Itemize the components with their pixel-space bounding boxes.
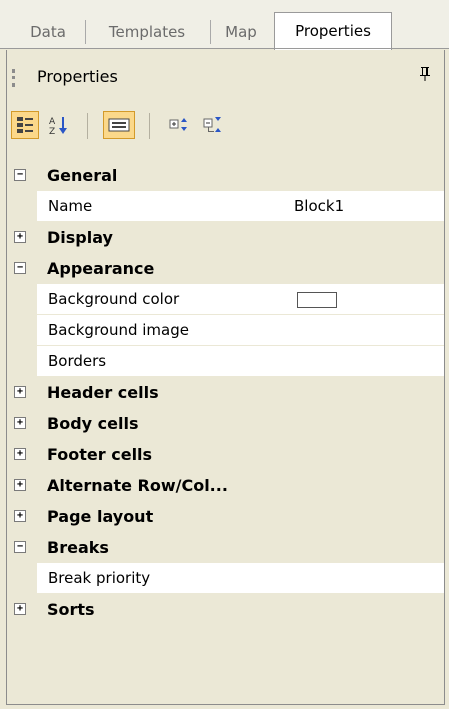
category-label: Page layout — [47, 507, 154, 526]
category-label: Breaks — [47, 538, 109, 557]
property-grid: − General Name Block1 + Display − Appear… — [7, 160, 444, 625]
property-name: Borders — [48, 352, 107, 370]
tab-templates[interactable]: Templates — [90, 16, 204, 49]
category-breaks[interactable]: − Breaks — [7, 532, 444, 563]
toolbar-separator — [149, 113, 150, 139]
expand-icon[interactable]: + — [14, 417, 26, 429]
property-value-cell[interactable] — [288, 563, 444, 594]
property-toolbar: A Z — [7, 105, 444, 145]
expand-icon[interactable]: + — [14, 448, 26, 460]
alphabetical-sort-icon[interactable]: A Z — [45, 111, 73, 139]
property-name: Background color — [48, 290, 180, 308]
expand-icon[interactable]: + — [14, 479, 26, 491]
row-gutter — [7, 563, 37, 594]
collapse-icon[interactable]: − — [14, 169, 26, 181]
property-value-cell[interactable] — [288, 315, 444, 346]
category-label: Sorts — [47, 600, 95, 619]
panel-title: Properties — [37, 67, 118, 86]
property-row-borders[interactable]: Borders — [7, 346, 444, 377]
tab-separator — [85, 20, 86, 44]
category-label: Display — [47, 228, 113, 247]
row-gutter — [7, 346, 37, 377]
panel-header: Properties — [7, 62, 444, 92]
svg-text:Z: Z — [49, 127, 55, 136]
drag-grip-icon[interactable] — [12, 69, 18, 87]
property-name: Name — [48, 197, 93, 215]
svg-text:A: A — [49, 117, 56, 127]
category-footer-cells[interactable]: + Footer cells — [7, 439, 444, 470]
collapse-icon[interactable]: − — [14, 262, 26, 274]
collapse-all-icon[interactable] — [199, 111, 227, 139]
tab-properties[interactable]: Properties — [274, 12, 392, 50]
category-body-cells[interactable]: + Body cells — [7, 408, 444, 439]
tab-strip: Data Templates Map Properties — [0, 0, 449, 50]
property-row-name[interactable]: Name Block1 — [7, 191, 444, 222]
expand-icon[interactable]: + — [14, 386, 26, 398]
property-value[interactable]: Block1 — [294, 197, 344, 215]
properties-panel: Properties A Z − General Name Block1 + D… — [6, 50, 445, 705]
category-page-layout[interactable]: + Page layout — [7, 501, 444, 532]
tab-underline — [0, 48, 449, 49]
row-gutter — [7, 191, 37, 222]
color-swatch[interactable] — [297, 292, 337, 308]
category-general[interactable]: − General — [7, 160, 444, 191]
expand-icon[interactable]: + — [14, 603, 26, 615]
category-label: General — [47, 166, 118, 185]
expand-all-icon[interactable] — [165, 111, 193, 139]
property-row-background-color[interactable]: Background color — [7, 284, 444, 315]
category-label: Footer cells — [47, 445, 153, 464]
category-alternate-row-col[interactable]: + Alternate Row/Col... — [7, 470, 444, 501]
category-sorts[interactable]: + Sorts — [7, 594, 444, 625]
pin-icon[interactable] — [418, 66, 432, 86]
property-pages-icon[interactable] — [103, 111, 135, 139]
collapse-icon[interactable]: − — [14, 541, 26, 553]
tab-separator — [210, 20, 211, 44]
category-header-cells[interactable]: + Header cells — [7, 377, 444, 408]
property-row-background-image[interactable]: Background image — [7, 315, 444, 346]
tab-data[interactable]: Data — [18, 16, 78, 49]
property-value-cell[interactable] — [288, 346, 444, 377]
category-display[interactable]: + Display — [7, 222, 444, 253]
tab-map[interactable]: Map — [214, 16, 268, 49]
categorized-icon[interactable] — [11, 111, 39, 139]
row-gutter — [7, 284, 37, 315]
category-label: Header cells — [47, 383, 159, 402]
toolbar-separator — [87, 113, 88, 139]
property-row-break-priority[interactable]: Break priority — [7, 563, 444, 594]
property-name: Break priority — [48, 569, 151, 587]
row-gutter — [7, 315, 37, 346]
category-label: Appearance — [47, 259, 155, 278]
category-label: Body cells — [47, 414, 139, 433]
property-name: Background image — [48, 321, 189, 339]
expand-icon[interactable]: + — [14, 510, 26, 522]
category-label: Alternate Row/Col... — [47, 476, 228, 495]
expand-icon[interactable]: + — [14, 231, 26, 243]
category-appearance[interactable]: − Appearance — [7, 253, 444, 284]
